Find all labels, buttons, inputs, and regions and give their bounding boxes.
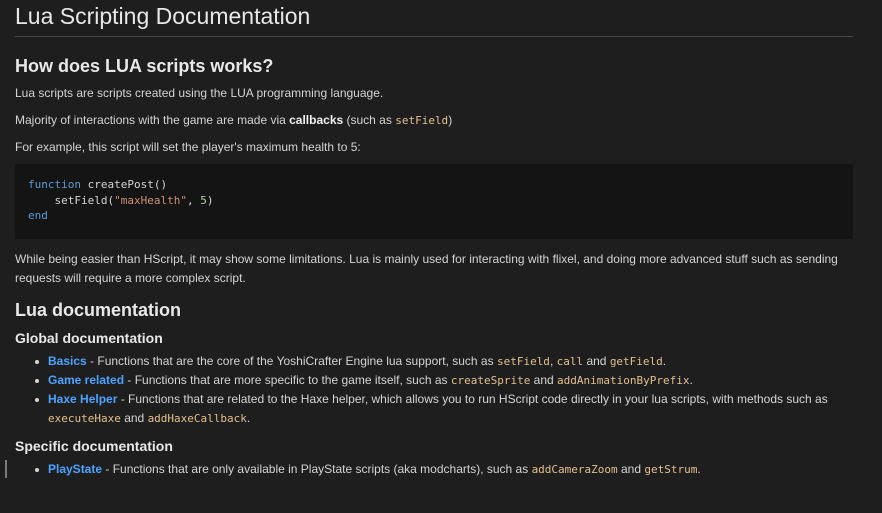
code-block: function createPost() setField("maxHealt…: [15, 164, 853, 239]
example-paragraph: For example, this script will set the pl…: [15, 140, 361, 154]
global-documentation-list: Basics - Functions that are the core of …: [15, 352, 853, 428]
haxe-helper-link[interactable]: Haxe Helper: [48, 392, 117, 406]
basics-link[interactable]: Basics: [48, 354, 87, 368]
callbacks-paragraph: Majority of interactions with the game a…: [15, 113, 453, 127]
callbacks-term: callbacks: [289, 113, 344, 127]
global-documentation-heading: Global documentation: [15, 330, 163, 346]
game-related-link[interactable]: Game related: [48, 373, 124, 387]
page-title: Lua Scripting Documentation: [15, 0, 853, 37]
limitations-paragraph: While being easier than HScript, it may …: [15, 252, 838, 285]
list-item-playstate: PlayState - Functions that are only avai…: [15, 460, 853, 479]
list-item-game-related: Game related - Functions that are more s…: [15, 371, 853, 390]
editor-gutter-marker: [5, 460, 7, 478]
inline-code-setfield: setField: [395, 114, 449, 127]
list-item-haxe-helper: Haxe Helper - Functions that are related…: [15, 390, 853, 428]
specific-documentation-heading: Specific documentation: [15, 438, 173, 454]
list-item-basics: Basics - Functions that are the core of …: [15, 352, 853, 371]
playstate-link[interactable]: PlayState: [48, 462, 102, 476]
section-heading-how-lua-works: How does LUA scripts works?: [15, 56, 274, 76]
intro-paragraph: Lua scripts are scripts created using th…: [15, 86, 384, 100]
section-heading-lua-documentation: Lua documentation: [15, 300, 181, 320]
specific-documentation-list: PlayState - Functions that are only avai…: [15, 460, 853, 479]
